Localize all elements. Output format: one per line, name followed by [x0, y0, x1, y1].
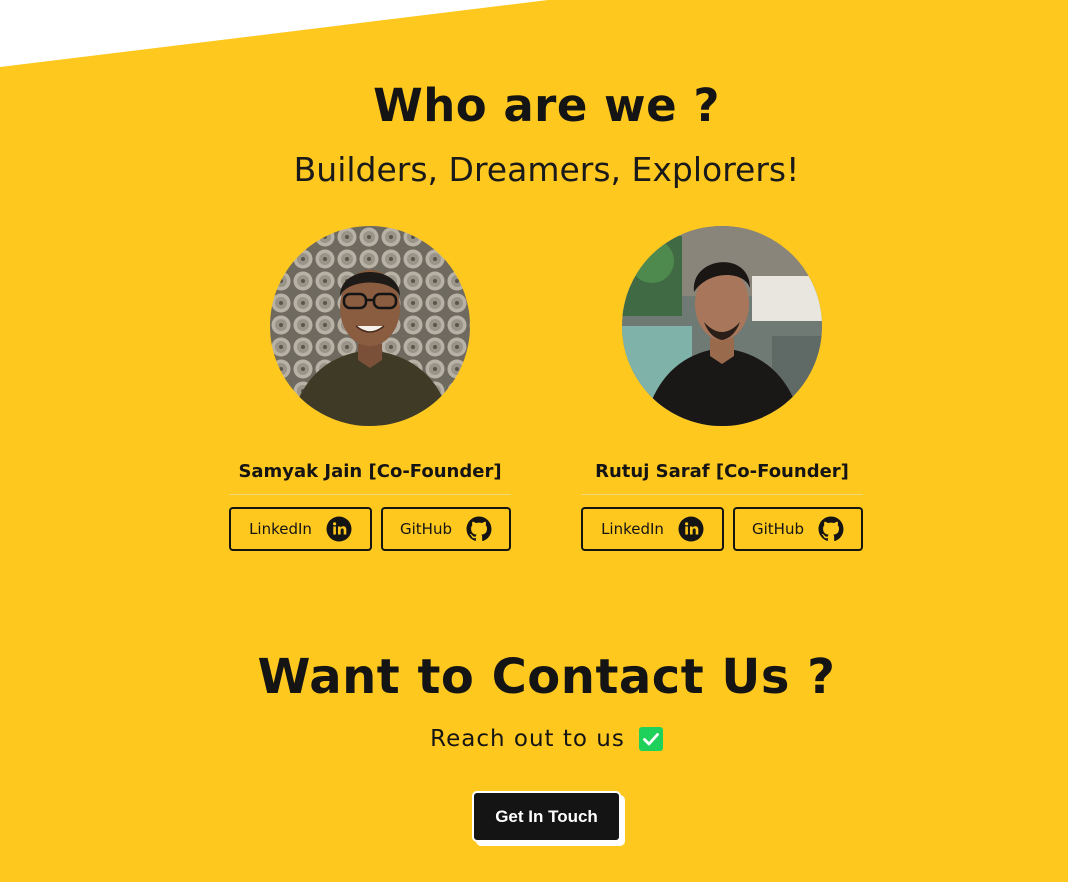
check-box-icon: [638, 727, 663, 751]
team-member-card: Rutuj Saraf [Co-Founder] LinkedIn GitHub: [581, 226, 863, 551]
reach-text: Reach out to us: [430, 726, 625, 752]
decorative-corner: [0, 0, 548, 67]
member-name: Samyak Jain [Co-Founder]: [238, 461, 502, 482]
github-label: GitHub: [752, 520, 804, 538]
github-button[interactable]: GitHub: [733, 507, 863, 551]
divider: [581, 494, 863, 495]
about-title: Who are we ?: [373, 79, 720, 132]
linkedin-icon: [326, 516, 352, 542]
member-name: Rutuj Saraf [Co-Founder]: [595, 461, 849, 482]
get-in-touch-button[interactable]: Get In Touch: [472, 791, 621, 842]
contact-title: Want to Contact Us ?: [257, 649, 836, 705]
reach-row: Reach out to us: [0, 726, 1068, 752]
github-icon: [466, 516, 492, 542]
about-subtitle: Builders, Dreamers, Explorers!: [293, 150, 800, 189]
avatar: [270, 226, 470, 426]
cta-container: Get In Touch: [472, 791, 625, 846]
divider: [229, 494, 511, 495]
team-member-card: Samyak Jain [Co-Founder] LinkedIn GitHub: [229, 226, 511, 551]
avatar: [622, 226, 822, 426]
social-links: LinkedIn GitHub: [229, 507, 511, 551]
linkedin-button[interactable]: LinkedIn: [229, 507, 372, 551]
github-icon: [818, 516, 844, 542]
linkedin-label: LinkedIn: [249, 520, 312, 538]
social-links: LinkedIn GitHub: [581, 507, 863, 551]
linkedin-label: LinkedIn: [601, 520, 664, 538]
github-label: GitHub: [400, 520, 452, 538]
github-button[interactable]: GitHub: [381, 507, 511, 551]
linkedin-icon: [678, 516, 704, 542]
linkedin-button[interactable]: LinkedIn: [581, 507, 724, 551]
